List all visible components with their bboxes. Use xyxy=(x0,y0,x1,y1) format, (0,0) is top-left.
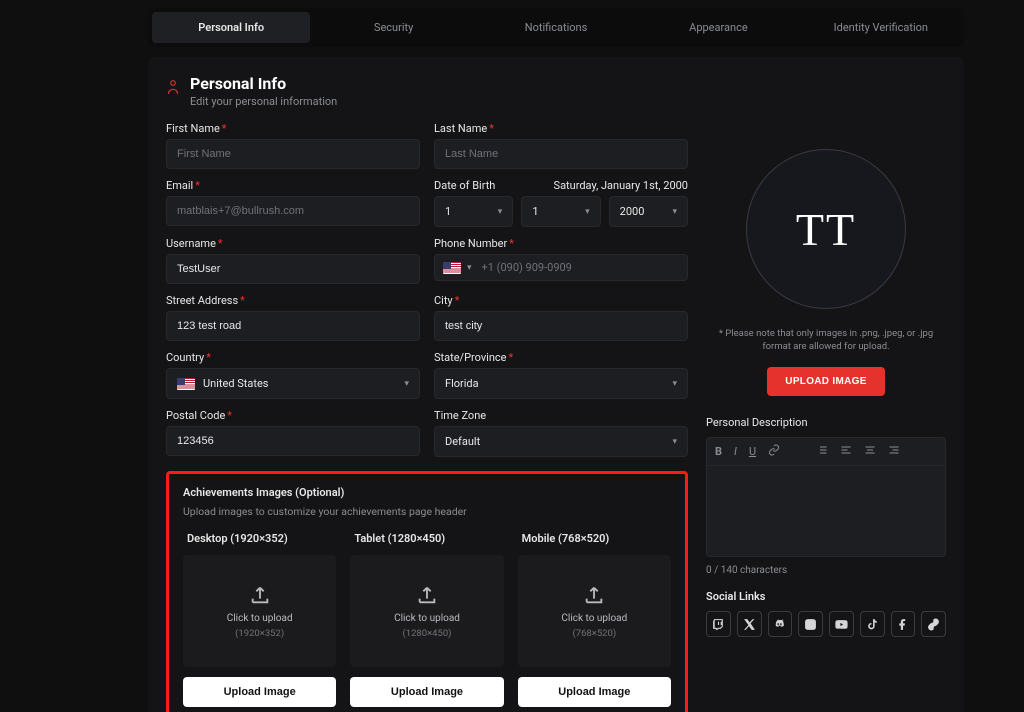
dob-month-select[interactable]: 1▾ xyxy=(521,196,600,227)
achievements-desktop-label: Desktop (1920×352) xyxy=(187,532,336,545)
timezone-select[interactable]: Default▾ xyxy=(434,426,688,457)
tab-security[interactable]: Security xyxy=(314,12,472,43)
social-discord-icon[interactable] xyxy=(768,611,793,637)
achievements-desktop-dropzone[interactable]: Click to upload (1920×352) xyxy=(183,555,336,667)
first-name-label: First Name* xyxy=(166,122,420,135)
achievements-tablet-label: Tablet (1280×450) xyxy=(354,532,503,545)
social-facebook-icon[interactable] xyxy=(891,611,916,637)
link-icon[interactable] xyxy=(768,444,780,459)
social-tiktok-icon[interactable] xyxy=(860,611,885,637)
chevron-down-icon: ▾ xyxy=(585,207,590,217)
personal-info-panel: Personal Info Edit your personal informa… xyxy=(148,57,964,712)
description-toolbar: B I U xyxy=(706,437,946,466)
social-instagram-icon[interactable] xyxy=(798,611,823,637)
dropzone-text: Click to upload xyxy=(227,613,293,624)
street-input[interactable] xyxy=(166,311,420,341)
dob-label: Date of Birth xyxy=(434,179,495,192)
underline-icon[interactable]: U xyxy=(749,445,756,458)
dob-day-select[interactable]: 1▾ xyxy=(434,196,513,227)
personal-description-label: Personal Description xyxy=(706,416,946,429)
social-twitch-icon[interactable] xyxy=(706,611,731,637)
settings-tabs: Personal Info Security Notifications App… xyxy=(148,8,964,47)
street-label: Street Address* xyxy=(166,294,420,307)
dropzone-dimensions: (1920×352) xyxy=(235,628,284,639)
achievements-mobile-dropzone[interactable]: Click to upload (768×520) xyxy=(518,555,671,667)
page-title: Personal Info xyxy=(190,75,337,93)
achievements-title: Achievements Images (Optional) xyxy=(183,486,671,499)
avatar-upload-note: * Please note that only images in .png, … xyxy=(706,327,946,353)
postal-input[interactable] xyxy=(166,426,420,456)
achievements-tablet-upload-button[interactable]: Upload Image xyxy=(350,677,503,707)
list-icon[interactable] xyxy=(816,444,828,459)
chevron-down-icon: ▾ xyxy=(672,379,677,389)
bold-icon[interactable]: B xyxy=(715,445,722,458)
postal-label: Postal Code* xyxy=(166,409,420,422)
country-label: Country* xyxy=(166,351,420,364)
email-label: Email* xyxy=(166,179,420,192)
chevron-down-icon: ▾ xyxy=(672,207,677,217)
country-select[interactable]: United States ▾ xyxy=(166,368,420,399)
dob-display: Saturday, January 1st, 2000 xyxy=(554,179,688,192)
align-left-icon[interactable] xyxy=(840,444,852,459)
us-flag-icon xyxy=(443,262,461,274)
timezone-label: Time Zone xyxy=(434,409,688,422)
username-input[interactable] xyxy=(166,254,420,284)
tab-personal-info[interactable]: Personal Info xyxy=(152,12,310,43)
upload-icon xyxy=(416,584,438,609)
chevron-down-icon: ▾ xyxy=(467,263,472,273)
last-name-label: Last Name* xyxy=(434,122,688,135)
social-website-icon[interactable] xyxy=(921,611,946,637)
username-label: Username* xyxy=(166,237,420,250)
italic-icon[interactable]: I xyxy=(734,445,737,458)
achievements-subtitle: Upload images to customize your achievem… xyxy=(183,505,671,518)
email-input[interactable] xyxy=(166,196,420,226)
dropzone-dimensions: (1280×450) xyxy=(402,628,451,639)
chevron-down-icon: ▾ xyxy=(498,207,503,217)
achievements-desktop-upload-button[interactable]: Upload Image xyxy=(183,677,336,707)
tab-identity-verification[interactable]: Identity Verification xyxy=(802,12,960,43)
city-label: City* xyxy=(434,294,688,307)
dropzone-text: Click to upload xyxy=(394,613,460,624)
upload-icon xyxy=(249,584,271,609)
social-links-row xyxy=(706,611,946,637)
avatar: TT xyxy=(746,149,906,309)
dropzone-dimensions: (768×520) xyxy=(572,628,616,639)
achievements-mobile-upload-button[interactable]: Upload Image xyxy=(518,677,671,707)
dob-year-select[interactable]: 2000▾ xyxy=(609,196,688,227)
align-right-icon[interactable] xyxy=(888,444,900,459)
phone-input[interactable]: ▾ +1 (090) 909-0909 xyxy=(434,254,688,281)
tab-appearance[interactable]: Appearance xyxy=(639,12,797,43)
tab-notifications[interactable]: Notifications xyxy=(477,12,635,43)
achievements-images-section: Achievements Images (Optional) Upload im… xyxy=(166,471,688,712)
achievements-tablet-dropzone[interactable]: Click to upload (1280×450) xyxy=(350,555,503,667)
page-subtitle: Edit your personal information xyxy=(190,95,337,108)
state-select[interactable]: Florida▾ xyxy=(434,368,688,399)
personal-description-editor[interactable] xyxy=(706,466,946,557)
first-name-input[interactable] xyxy=(166,139,420,169)
avatar-initials: TT xyxy=(796,203,856,256)
city-input[interactable] xyxy=(434,311,688,341)
user-icon xyxy=(166,79,180,98)
upload-avatar-button[interactable]: UPLOAD IMAGE xyxy=(767,367,884,396)
state-label: State/Province* xyxy=(434,351,688,364)
social-links-label: Social Links xyxy=(706,590,946,603)
chevron-down-icon: ▾ xyxy=(404,379,409,389)
achievements-mobile-label: Mobile (768×520) xyxy=(522,532,671,545)
us-flag-icon xyxy=(177,378,195,390)
chevron-down-icon: ▾ xyxy=(672,437,677,447)
upload-icon xyxy=(583,584,605,609)
phone-number-text: +1 (090) 909-0909 xyxy=(482,261,572,274)
phone-label: Phone Number* xyxy=(434,237,688,250)
social-x-icon[interactable] xyxy=(737,611,762,637)
social-youtube-icon[interactable] xyxy=(829,611,854,637)
description-char-count: 0 / 140 characters xyxy=(706,565,946,576)
dropzone-text: Click to upload xyxy=(561,613,627,624)
last-name-input[interactable] xyxy=(434,139,688,169)
align-center-icon[interactable] xyxy=(864,444,876,459)
